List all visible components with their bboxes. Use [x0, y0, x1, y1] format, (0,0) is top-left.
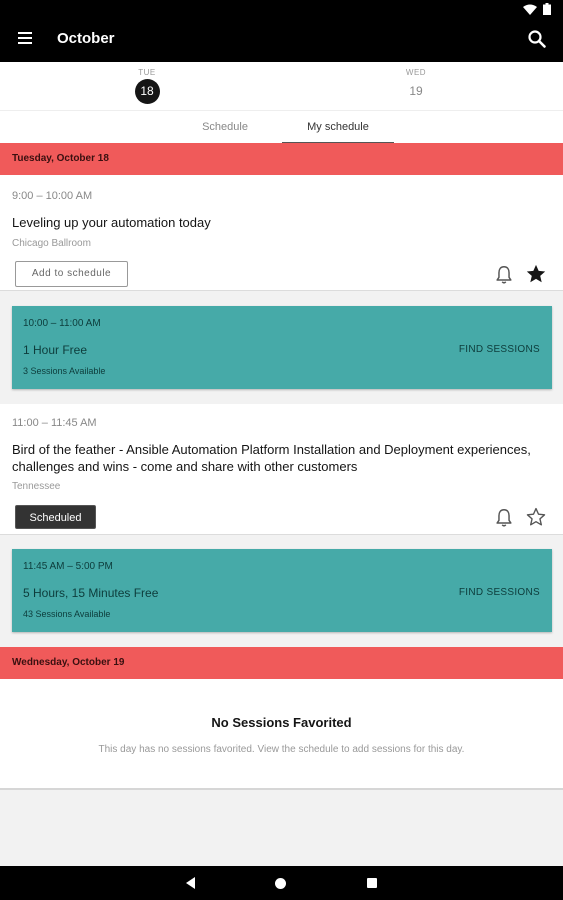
- bell-icon[interactable]: [493, 264, 515, 286]
- session-title: Leveling up your automation today: [12, 215, 211, 230]
- system-nav-bar: [0, 866, 563, 900]
- star-outline-icon[interactable]: [525, 506, 547, 528]
- day-abbr: TUE: [138, 68, 156, 77]
- scheduled-badge: Scheduled: [15, 505, 96, 529]
- star-filled-icon[interactable]: [525, 263, 547, 285]
- empty-state-title: No Sessions Favorited: [211, 715, 352, 730]
- session-card[interactable]: 9:00 – 10:00 AM Leveling up your automat…: [0, 175, 563, 291]
- app-title: October: [57, 30, 115, 47]
- day-number-selected: 18: [134, 79, 160, 104]
- find-sessions-button[interactable]: FIND SESSIONS: [459, 344, 540, 355]
- sessions-available-count: 3 Sessions Available: [23, 366, 106, 376]
- free-time-range: 10:00 – 11:00 AM: [23, 318, 101, 329]
- sessions-available-count: 43 Sessions Available: [23, 609, 111, 619]
- tab-schedule[interactable]: Schedule: [168, 111, 282, 144]
- free-time-label: 5 Hours, 15 Minutes Free: [23, 586, 159, 600]
- menu-icon[interactable]: [18, 32, 34, 46]
- date-header: Wednesday, October 19: [0, 647, 563, 679]
- session-time: 9:00 – 10:00 AM: [12, 190, 93, 202]
- back-icon[interactable]: [185, 877, 197, 889]
- session-room: Chicago Ballroom: [12, 238, 91, 249]
- bell-icon[interactable]: [493, 507, 515, 529]
- add-to-schedule-button[interactable]: Add to schedule: [15, 261, 128, 287]
- home-icon[interactable]: [275, 878, 286, 889]
- session-room: Tennessee: [12, 481, 61, 492]
- wifi-icon: [523, 4, 537, 15]
- session-title: Bird of the feather - Ansible Automation…: [12, 442, 531, 474]
- free-time-block[interactable]: 10:00 – 11:00 AM 1 Hour Free 3 Sessions …: [12, 306, 552, 389]
- status-bar: [0, 0, 563, 18]
- tab-bar: Schedule My schedule: [0, 110, 563, 144]
- free-time-section: 11:45 AM – 5:00 PM 5 Hours, 15 Minutes F…: [0, 535, 563, 647]
- free-time-range: 11:45 AM – 5:00 PM: [23, 561, 113, 572]
- recent-apps-icon[interactable]: [367, 878, 377, 888]
- find-sessions-button[interactable]: FIND SESSIONS: [459, 587, 540, 598]
- empty-state: No Sessions Favorited This day has no se…: [0, 679, 563, 790]
- day-number: 19: [409, 84, 423, 98]
- tab-my-schedule[interactable]: My schedule: [282, 111, 394, 144]
- app-bar: October: [0, 18, 563, 62]
- search-icon[interactable]: [527, 29, 547, 49]
- status-icons: [523, 3, 551, 15]
- date-header: Tuesday, October 18: [0, 143, 563, 175]
- free-time-section: 10:00 – 11:00 AM 1 Hour Free 3 Sessions …: [0, 291, 563, 404]
- free-time-label: 1 Hour Free: [23, 343, 88, 357]
- free-time-block[interactable]: 11:45 AM – 5:00 PM 5 Hours, 15 Minutes F…: [12, 549, 552, 632]
- battery-icon: [543, 3, 551, 15]
- day-abbr: WED: [405, 68, 427, 77]
- session-card[interactable]: 11:00 – 11:45 AM Bird of the feather - A…: [0, 404, 563, 535]
- session-time: 11:00 – 11:45 AM: [12, 417, 97, 429]
- empty-state-description: This day has no sessions favorited. View…: [98, 744, 465, 755]
- day-wed[interactable]: WED 19: [396, 68, 436, 104]
- day-tue[interactable]: TUE 18: [127, 68, 167, 104]
- day-picker: TUE 18 WED 19: [0, 62, 563, 110]
